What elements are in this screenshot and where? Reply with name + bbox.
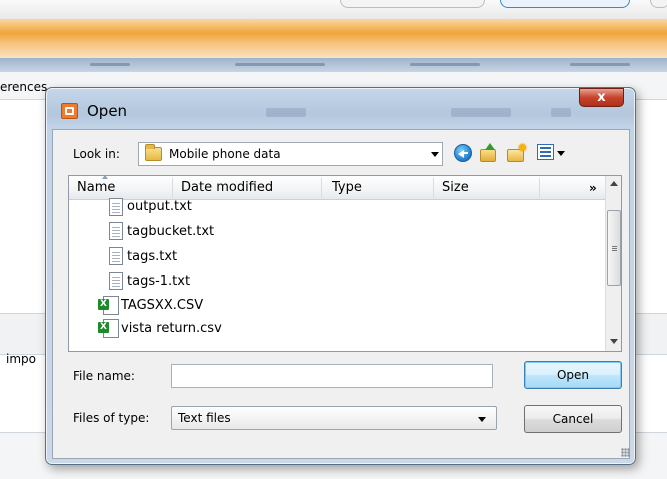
- excel-csv-icon: [98, 296, 119, 315]
- dialog-title: Open: [87, 102, 128, 120]
- list-item[interactable]: output.txt: [69, 198, 605, 222]
- open-dialog-icon: [61, 103, 78, 119]
- file-type-value: Text files: [178, 411, 231, 425]
- list-item[interactable]: tags.txt: [69, 246, 605, 268]
- new-folder-icon[interactable]: [505, 143, 527, 163]
- scrollbar-thumb[interactable]: [607, 210, 621, 286]
- scroll-up-icon[interactable]: [610, 181, 618, 186]
- close-button[interactable]: x: [579, 88, 624, 107]
- list-item[interactable]: tags-1.txt: [69, 271, 605, 293]
- column-divider[interactable]: [433, 178, 434, 198]
- column-header-type[interactable]: Type: [332, 180, 362, 195]
- column-divider[interactable]: [172, 178, 173, 198]
- resize-grip-icon[interactable]: [621, 448, 630, 457]
- open-button[interactable]: Open: [524, 361, 622, 389]
- chevron-down-icon: [478, 417, 486, 422]
- up-folder-icon[interactable]: [478, 143, 498, 163]
- vertical-scrollbar[interactable]: [605, 176, 621, 351]
- grip-icon: [612, 246, 617, 247]
- sort-ascending-icon: [102, 176, 108, 179]
- file-name: TAGSXX.CSV: [121, 298, 204, 313]
- list-item[interactable]: TAGSXX.CSV: [69, 295, 605, 317]
- excel-csv-icon: [98, 319, 119, 338]
- back-arrow-icon[interactable]: [454, 144, 472, 162]
- scroll-down-icon[interactable]: [610, 339, 618, 344]
- file-name-label: File name:: [73, 369, 135, 383]
- look-in-value: Mobile phone data: [169, 147, 281, 161]
- file-name: vista return.csv: [121, 321, 222, 336]
- background-ribbon: [0, 20, 667, 58]
- text-file-icon: [109, 198, 123, 216]
- file-name: output.txt: [127, 199, 192, 214]
- background-label-preferences: erences: [0, 80, 48, 94]
- list-item[interactable]: vista return.csv: [69, 318, 605, 340]
- look-in-label: Look in:: [73, 147, 120, 161]
- open-dialog: Open x Look in: Mobile phone data Name D…: [45, 87, 636, 465]
- column-header-size[interactable]: Size: [442, 180, 469, 195]
- background-label-import: impo: [6, 352, 36, 366]
- file-type-label: Files of type:: [73, 411, 150, 425]
- text-file-icon: [109, 222, 123, 240]
- file-name: tags-1.txt: [127, 274, 191, 289]
- file-list[interactable]: Name Date modified Type Size » output.tx…: [68, 175, 622, 352]
- text-file-icon: [109, 247, 123, 265]
- dialog-body: Look in: Mobile phone data Name Date mod…: [52, 129, 630, 459]
- look-in-dropdown[interactable]: Mobile phone data: [138, 142, 443, 166]
- file-name-input[interactable]: [171, 364, 493, 388]
- views-dropdown-arrow-icon[interactable]: [557, 151, 565, 156]
- column-header-date-modified[interactable]: Date modified: [181, 180, 273, 195]
- background-tab-strip: [0, 58, 667, 72]
- list-item[interactable]: tagbucket.txt: [69, 221, 605, 243]
- column-divider[interactable]: [321, 178, 322, 198]
- file-list-header: Name Date modified Type Size »: [69, 176, 605, 200]
- file-name: tags.txt: [127, 249, 178, 264]
- column-header-name[interactable]: Name: [77, 180, 115, 195]
- close-icon: x: [597, 90, 606, 105]
- views-icon[interactable]: [537, 144, 554, 160]
- file-type-select[interactable]: Text files: [171, 406, 497, 430]
- column-divider[interactable]: [539, 178, 540, 198]
- file-name: tagbucket.txt: [127, 224, 215, 239]
- cancel-button[interactable]: Cancel: [524, 405, 622, 433]
- background-tab-shape-active: [500, 0, 630, 8]
- background-top-bar: [0, 0, 667, 20]
- folder-icon: [145, 144, 162, 161]
- chevron-down-icon[interactable]: [431, 152, 439, 157]
- more-columns-icon[interactable]: »: [589, 181, 597, 195]
- background-tab-shape: [650, 0, 667, 8]
- background-tab-shape: [340, 0, 485, 8]
- text-file-icon: [109, 272, 123, 290]
